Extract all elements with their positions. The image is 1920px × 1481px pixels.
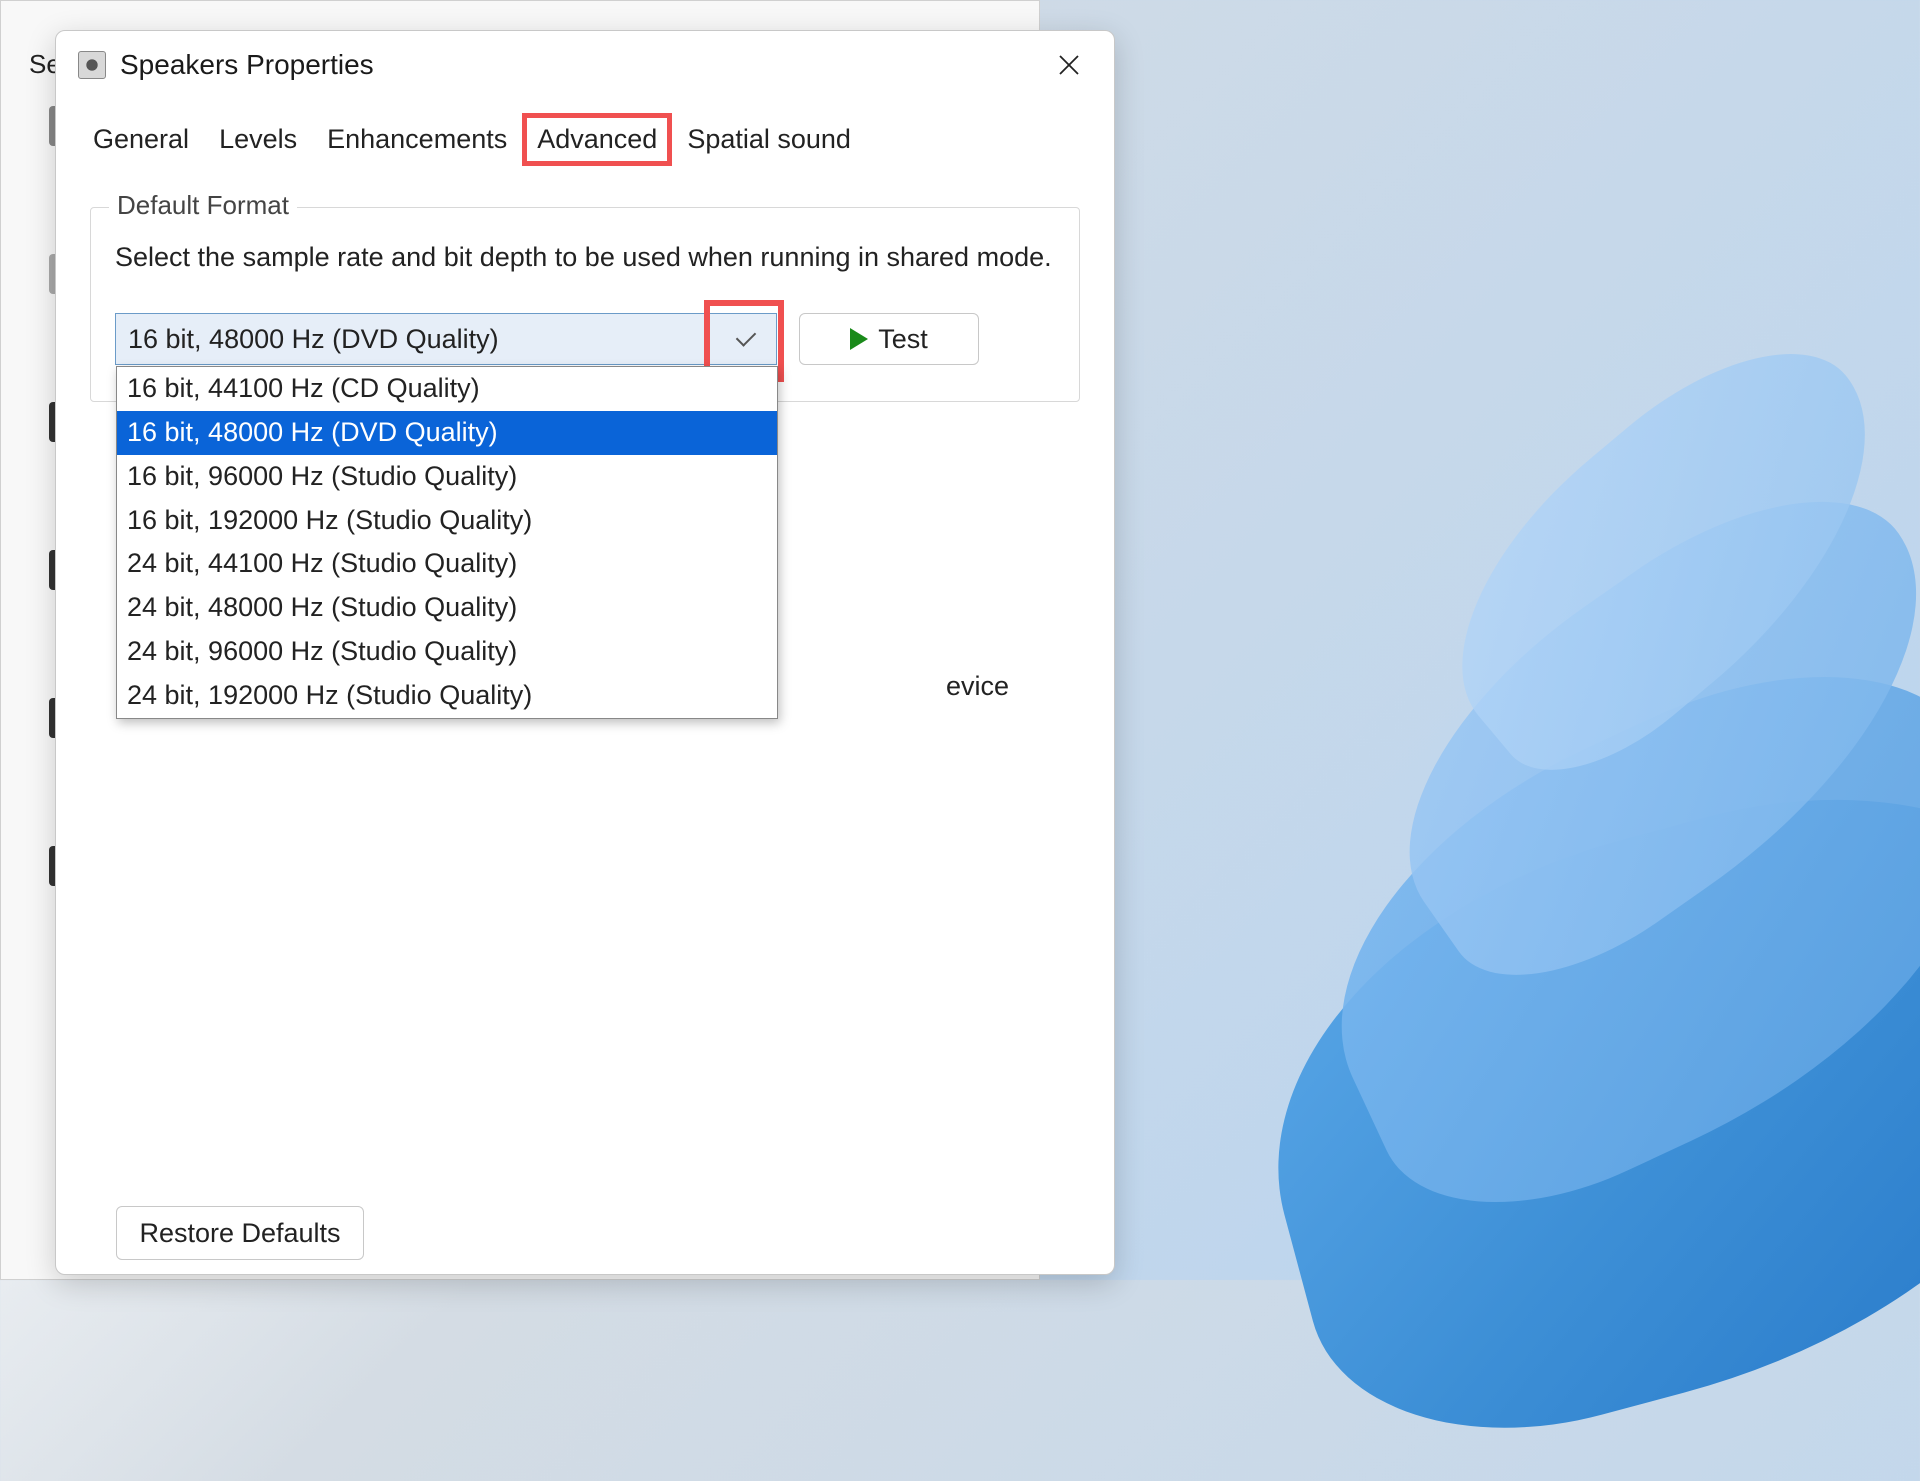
format-description: Select the sample rate and bit depth to …	[115, 238, 1055, 277]
windows-bloom-wallpaper	[1020, 380, 1920, 1280]
dropdown-option[interactable]: 16 bit, 48000 Hz (DVD Quality)	[117, 411, 777, 455]
speaker-icon	[78, 51, 106, 79]
dropdown-selected-value: 16 bit, 48000 Hz (DVD Quality)	[128, 324, 499, 355]
close-button[interactable]	[1046, 42, 1092, 88]
format-row: 16 bit, 48000 Hz (DVD Quality) 16 bit, 4…	[115, 313, 1055, 365]
tab-advanced[interactable]: Advanced	[522, 113, 672, 166]
test-button[interactable]: Test	[799, 313, 979, 365]
dialog-title: Speakers Properties	[120, 49, 1046, 81]
play-icon	[850, 328, 868, 350]
dropdown-option[interactable]: 24 bit, 44100 Hz (Studio Quality)	[117, 542, 777, 586]
dropdown-arrow-button[interactable]	[716, 314, 776, 364]
test-button-label: Test	[878, 324, 928, 355]
default-format-group: Default Format Select the sample rate an…	[90, 207, 1080, 402]
dropdown-option[interactable]: 16 bit, 96000 Hz (Studio Quality)	[117, 455, 777, 499]
tab-enhancements[interactable]: Enhancements	[312, 113, 522, 166]
dropdown-option[interactable]: 16 bit, 192000 Hz (Studio Quality)	[117, 499, 777, 543]
sample-rate-dropdown[interactable]: 16 bit, 48000 Hz (DVD Quality) 16 bit, 4…	[115, 313, 777, 365]
dropdown-option[interactable]: 24 bit, 192000 Hz (Studio Quality)	[117, 674, 777, 718]
tab-strip: General Levels Enhancements Advanced Spa…	[56, 99, 1114, 167]
group-legend: Default Format	[109, 190, 297, 221]
tab-general[interactable]: General	[78, 113, 204, 166]
title-bar: Speakers Properties	[56, 31, 1114, 99]
dropdown-option[interactable]: 16 bit, 44100 Hz (CD Quality)	[117, 367, 777, 411]
tab-spatial-sound[interactable]: Spatial sound	[672, 113, 866, 166]
dropdown-options-list: 16 bit, 44100 Hz (CD Quality) 16 bit, 48…	[116, 366, 778, 718]
close-icon	[1058, 54, 1080, 76]
dropdown-option[interactable]: 24 bit, 96000 Hz (Studio Quality)	[117, 630, 777, 674]
obscured-text: evice	[946, 671, 1009, 702]
speakers-properties-dialog: Speakers Properties General Levels Enhan…	[55, 30, 1115, 1275]
dialog-content: Default Format Select the sample rate an…	[56, 167, 1114, 428]
restore-defaults-label: Restore Defaults	[139, 1218, 340, 1249]
chevron-down-icon	[736, 326, 757, 347]
tab-levels[interactable]: Levels	[204, 113, 312, 166]
dropdown-option[interactable]: 24 bit, 48000 Hz (Studio Quality)	[117, 586, 777, 630]
restore-defaults-button[interactable]: Restore Defaults	[116, 1206, 364, 1260]
